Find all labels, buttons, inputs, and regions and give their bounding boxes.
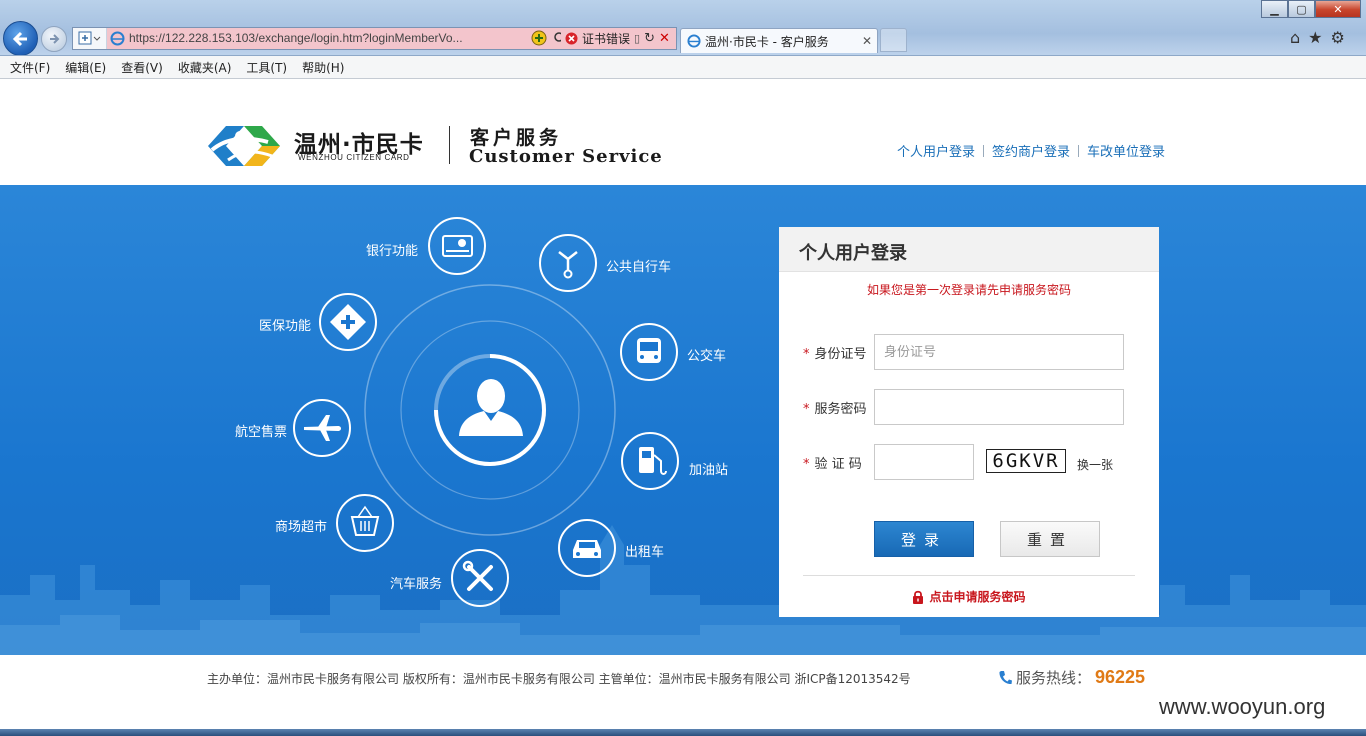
brand-name-en: WENZHOU CITIZEN CARD [298, 153, 410, 162]
address-field[interactable]: https://122.228.153.103/exchange/login.h… [107, 28, 577, 49]
reset-button[interactable]: 重置 [1000, 521, 1100, 557]
service-title-en: Customer Service [469, 146, 663, 167]
cert-error-indicator[interactable]: 证书错误 ▯ ↻ ✕ [561, 28, 676, 49]
browser-chrome: https://122.228.153.103/exchange/login.h… [0, 0, 1366, 56]
menu-edit[interactable]: 编辑(E) [65, 59, 106, 76]
browser-tab[interactable]: 温州·市民卡 - 客户服务 ✕ [680, 28, 878, 53]
tab-close-icon[interactable]: ✕ [862, 34, 872, 48]
footer-copyright: 主办单位：温州市民卡服务有限公司 版权所有：温州市民卡服务有限公司 主管单位：温… [207, 672, 911, 686]
refresh-icon[interactable]: ↻ [644, 31, 655, 46]
link-separator [1078, 144, 1080, 157]
captcha-label-text: 验 证 码 [814, 457, 862, 472]
menu-view[interactable]: 查看(V) [121, 59, 163, 76]
user-avatar-icon [459, 379, 523, 436]
bicycle-icon[interactable] [539, 234, 597, 292]
id-number-label: * 身份证号 [803, 343, 867, 362]
feature-medical-label[interactable]: 医保功能 [259, 315, 311, 334]
menu-bar: 文件(F) 编辑(E) 查看(V) 收藏夹(A) 工具(T) 帮助(H) [0, 56, 1366, 79]
new-tab-button[interactable] [880, 28, 907, 52]
link-separator [983, 144, 985, 157]
site-watermark: www.wooyun.org [1159, 694, 1326, 719]
feature-taxi-label[interactable]: 出租车 [625, 541, 664, 560]
compat-view-button[interactable] [73, 28, 107, 49]
citizen-card-logo [208, 126, 280, 166]
tools-gear-icon[interactable]: ⚙ [1331, 28, 1345, 47]
menu-file[interactable]: 文件(F) [10, 59, 50, 76]
hotline-number: 96225 [1095, 667, 1146, 687]
stop-icon[interactable]: ✕ [659, 31, 670, 46]
menu-help[interactable]: 帮助(H) [302, 59, 344, 76]
login-panel: 个人用户登录 如果您是第一次登录请先申请服务密码 * 身份证号 * 服务密码 * 验 … [779, 227, 1159, 617]
window-minimize-button[interactable]: ▁ [1261, 0, 1288, 18]
link-personal-login[interactable]: 个人用户登录 [897, 141, 975, 160]
bank-card-icon[interactable] [428, 217, 486, 275]
feature-car-label[interactable]: 汽车服务 [390, 573, 442, 592]
arrow-left-icon [12, 31, 27, 46]
lock-icon [913, 590, 924, 604]
error-icon [565, 32, 578, 45]
password-label-text: 服务密码 [814, 402, 867, 417]
feature-bank-label[interactable]: 银行功能 [366, 240, 418, 259]
page-header: 温州·市民卡 WENZHOU CITIZEN CARD 客户服务 Custome… [0, 79, 1366, 185]
captcha-label: * 验 证 码 [803, 453, 862, 472]
apply-password-text: 点击申请服务密码 [929, 590, 1026, 604]
phone-icon [999, 670, 1012, 684]
link-merchant-login[interactable]: 签约商户登录 [992, 141, 1070, 160]
wrench-tools-icon[interactable] [451, 549, 509, 607]
required-star: * [803, 457, 810, 472]
feature-bike-label[interactable]: 公共自行车 [606, 256, 671, 275]
captcha-image[interactable]: 6GKVR [986, 449, 1066, 473]
window-close-button[interactable]: ✕ [1315, 0, 1361, 18]
password-input[interactable] [874, 389, 1124, 425]
login-title: 个人用户登录 [799, 243, 907, 264]
link-unit-login[interactable]: 车改单位登录 [1087, 141, 1165, 160]
login-button[interactable]: 登录 [874, 521, 974, 557]
ie-page-icon [110, 31, 125, 46]
forward-button[interactable] [41, 26, 67, 52]
feature-bus-label[interactable]: 公交车 [687, 345, 726, 364]
header-divider [449, 126, 450, 164]
medical-cross-icon[interactable] [319, 293, 377, 351]
captcha-input[interactable] [874, 444, 974, 480]
id-number-label-text: 身份证号 [814, 347, 867, 362]
menu-favorites[interactable]: 收藏夹(A) [178, 59, 232, 76]
page-add-icon [78, 31, 101, 45]
feature-flight-label[interactable]: 航空售票 [235, 421, 287, 440]
browser-tools: ⌂ ★ ⚙ [1290, 28, 1345, 47]
captcha-refresh-link[interactable]: 换一张 [1077, 456, 1113, 473]
compat-icon[interactable]: ▯ [634, 32, 640, 45]
arrow-right-icon [50, 34, 60, 44]
addon-icon[interactable] [531, 30, 547, 46]
airplane-icon[interactable] [293, 399, 351, 457]
favorites-star-icon[interactable]: ★ [1308, 28, 1322, 47]
address-url: https://122.228.153.103/exchange/login.h… [129, 31, 463, 45]
address-bar[interactable]: https://122.228.153.103/exchange/login.h… [72, 27, 677, 50]
apply-password-link[interactable]: 点击申请服务密码 [779, 588, 1159, 605]
os-taskbar [0, 729, 1366, 736]
id-number-input[interactable] [874, 334, 1124, 370]
required-star: * [803, 347, 810, 362]
required-star: * [803, 402, 810, 417]
menu-tools[interactable]: 工具(T) [246, 59, 287, 76]
login-panel-header: 个人用户登录 [779, 227, 1159, 272]
ie-tab-icon [687, 34, 701, 48]
home-icon[interactable]: ⌂ [1290, 28, 1300, 47]
window-maximize-button[interactable]: ▢ [1288, 0, 1315, 18]
cert-error-text: 证书错误 [582, 32, 631, 46]
back-button[interactable] [3, 21, 38, 56]
taxi-icon[interactable] [558, 519, 616, 577]
feature-gas-label[interactable]: 加油站 [689, 459, 728, 478]
first-login-notice: 如果您是第一次登录请先申请服务密码 [866, 283, 1071, 297]
service-hotline: 服务热线： 96225 [998, 667, 1145, 688]
login-type-links: 个人用户登录 签约商户登录 车改单位登录 [897, 141, 1165, 160]
hotline-label: 服务热线： [1016, 669, 1092, 687]
login-divider [803, 575, 1135, 576]
tab-title: 温州·市民卡 - 客户服务 [705, 34, 829, 49]
password-label: * 服务密码 [803, 398, 867, 417]
bus-icon[interactable] [620, 323, 678, 381]
feature-mall-label[interactable]: 商场超市 [275, 516, 327, 535]
hero-banner: 银行功能 公共自行车 医保功能 公交车 航空售票 加油站 商场超市 出租车 汽车… [0, 185, 1366, 655]
gas-station-icon[interactable] [621, 432, 679, 490]
shopping-basket-icon[interactable] [336, 494, 394, 552]
